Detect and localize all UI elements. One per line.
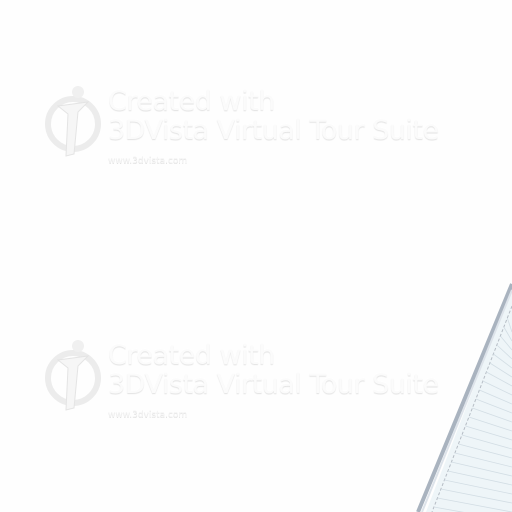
notebook-page (416, 283, 512, 512)
